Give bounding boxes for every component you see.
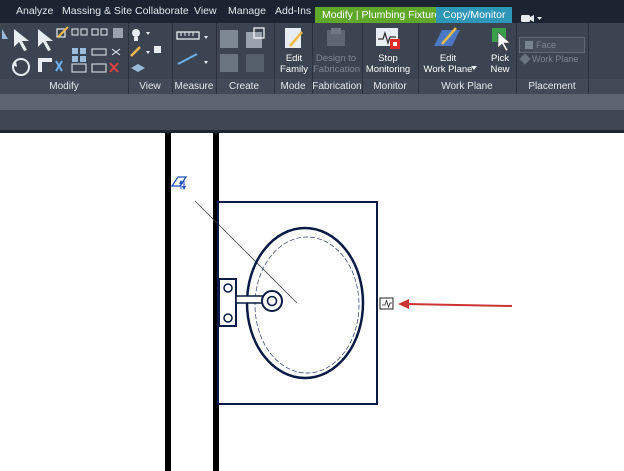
pick-new-button[interactable]: Pick New xyxy=(484,26,516,78)
drawing-canvas[interactable] xyxy=(0,133,624,471)
wall-line-left[interactable] xyxy=(165,133,171,471)
view-tab-bar xyxy=(0,110,624,130)
panel-separator xyxy=(216,23,217,94)
tab-copy-monitor[interactable]: Copy/Monitor xyxy=(436,7,513,23)
panel-separator xyxy=(172,23,173,94)
panel-label-modify: Modify xyxy=(49,81,79,92)
design-to-fabrication-button[interactable]: Design to Fabrication xyxy=(313,26,360,78)
tab-analyze[interactable]: Analyze xyxy=(16,0,53,23)
panel-separator xyxy=(312,23,313,94)
leader-line xyxy=(194,200,298,304)
face-icon xyxy=(525,41,533,49)
face-placement-option[interactable]: Face xyxy=(519,37,585,53)
panel-label-mode: Mode xyxy=(280,81,306,92)
design-to-fabrication-label: Design to Fabrication xyxy=(313,53,360,75)
edit-work-plane-icon xyxy=(434,27,460,46)
tab-collaborate[interactable]: Collaborate xyxy=(135,0,189,23)
menu-bar: Analyze Massing & Site Collaborate View … xyxy=(0,0,624,23)
panel-separator xyxy=(274,23,275,94)
edit-work-plane-label: Edit Work Plane xyxy=(423,53,473,75)
edit-family-label: Edit Family xyxy=(280,53,308,75)
tab-massing-site[interactable]: Massing & Site xyxy=(62,0,132,23)
edit-family-button[interactable]: Edit Family xyxy=(276,26,312,78)
panel-separator xyxy=(588,23,589,94)
stop-monitoring-button[interactable]: Stop Monitoring xyxy=(362,26,414,78)
faucet-mount[interactable] xyxy=(218,278,237,327)
panel-separator xyxy=(128,23,129,94)
tab-manage[interactable]: Manage xyxy=(228,0,266,23)
panel-label-view: View xyxy=(139,81,161,92)
work-plane-icon[interactable] xyxy=(170,176,188,190)
work-plane-placement-option[interactable]: Work Plane xyxy=(519,53,579,65)
modify-tools-icons[interactable] xyxy=(0,25,128,77)
chevron-down-icon[interactable] xyxy=(471,66,477,71)
stop-monitoring-label: Stop Monitoring xyxy=(365,53,411,75)
panel-label-measure: Measure xyxy=(174,81,214,92)
stop-monitoring-icon xyxy=(376,28,400,49)
create-tools-icons[interactable] xyxy=(216,26,272,76)
tab-view[interactable]: View xyxy=(194,0,217,23)
options-bar xyxy=(0,94,624,110)
panel-separator xyxy=(362,23,363,94)
face-label: Face xyxy=(536,40,557,50)
panel-label-work-plane: Work Plane xyxy=(441,81,493,92)
monitor-marker-icon[interactable] xyxy=(379,297,394,310)
red-arrow-annotation xyxy=(398,299,513,309)
edit-work-plane-button[interactable]: Edit Work Plane xyxy=(420,26,476,78)
drawing-area xyxy=(165,133,513,471)
tab-modify-plumbing-fixtures[interactable]: Modify | Plumbing Fixtures xyxy=(315,7,453,23)
panel-separator xyxy=(516,23,517,94)
faucet-spout xyxy=(235,295,264,304)
measure-tools-icons[interactable] xyxy=(175,28,219,74)
panel-label-fabrication: Fabrication xyxy=(312,81,362,92)
panel-label-create: Create xyxy=(228,81,259,92)
pick-new-label: Pick New xyxy=(490,53,510,75)
view-tools-icons[interactable] xyxy=(128,26,172,76)
work-plane-placement-icon xyxy=(519,53,531,65)
pick-new-icon xyxy=(492,28,511,52)
panel-label-placement: Placement xyxy=(528,81,576,92)
edit-family-icon xyxy=(285,28,303,48)
panel-label-monitor: Monitor xyxy=(373,81,407,92)
panel-separator xyxy=(418,23,419,94)
drain-outer xyxy=(261,290,283,312)
fabrication-icon xyxy=(327,28,345,46)
work-plane-placement-label: Work Plane xyxy=(532,54,579,64)
tab-add-ins[interactable]: Add-Ins xyxy=(275,0,311,23)
